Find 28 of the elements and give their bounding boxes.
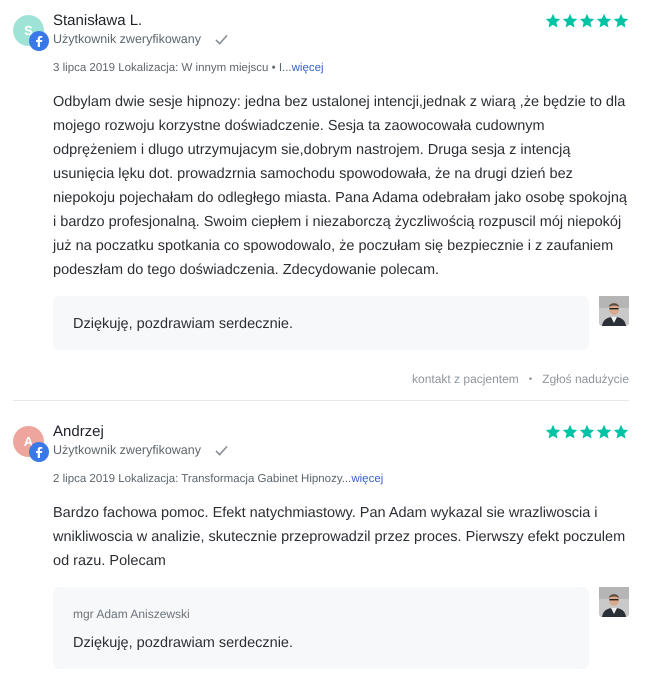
reply-text: Dziękuję, pozdrawiam serdecznie.	[73, 635, 294, 651]
star-icon	[596, 12, 612, 28]
review-text: Bardzo fachowa pomoc. Efekt natychmiastowy. Pan Adam wykazal sie wrazliwoscia i wnikliwoscia w analizie, skutecznie przeprowadzil przez proces. Pierwszy efekt poczulem od razu. Polecam	[53, 504, 626, 571]
review-text: Odbylam dwie sesje hipnozy: jedna bez ustalonej intencji,jednak z wiarą ,że będzie to dla mojego rozwoju korzystne doświadczenie. Sesja ta zaowocowała cudownym odprężeniem i dlugo utrzymujacym sie,dobrym nastrojem. Druga sesja z intencją usunięcia lęku dot. prowadzrnia samochodu spowodowała, że na drugi dzień bez niepokoju pojechałam do odległego miasta. Pana Adama odebrałam jako osobę spokojną i bardzo profesjonalną. Swoim ciepłem i niezaborczą życzliwością rozpuscil mój niepokój już na poczatku spotkania co spowodowalo, że poczułam się bezpiecznie i z zaufaniem podeszłam do tego doświadczenia. Zdecydowanie polecam.	[53, 93, 628, 280]
reviewer-name: Andrzej	[53, 423, 104, 440]
check-icon	[214, 444, 228, 456]
more-link[interactable]: więcej	[351, 473, 384, 485]
star-icon	[596, 424, 612, 440]
reviewer-name: Stanisława L.	[53, 12, 142, 29]
review-meta: 2 lipca 2019 Lokalizacja: Transformacja Gabinet Hipnozy...	[53, 473, 352, 485]
action-link[interactable]: kontakt z pacjentem	[412, 372, 519, 386]
star-icon	[613, 424, 629, 440]
star-icon	[613, 12, 629, 28]
star-icon	[545, 424, 561, 440]
star-icon	[579, 424, 595, 440]
star-icon	[579, 12, 595, 28]
check-icon	[214, 34, 228, 44]
star-icon	[562, 424, 578, 440]
star-icon	[562, 12, 578, 28]
reply-text: Dziękuję, pozdrawiam serdecznie.	[73, 316, 294, 332]
action-link[interactable]: Zgłoś nadużycie	[542, 372, 629, 386]
verified-label: Użytkownik zweryfikowany	[53, 443, 201, 457]
separator-dot: •	[528, 374, 532, 384]
reply-author: mgr Adam Aniszewski	[73, 607, 191, 621]
star-icon	[545, 12, 561, 28]
review-meta: 3 lipca 2019 Lokalizacja: W innym miejscu • I...	[53, 62, 292, 74]
more-link[interactable]: więcej	[292, 62, 324, 74]
verified-label: Użytkownik zweryfikowany	[53, 32, 201, 46]
